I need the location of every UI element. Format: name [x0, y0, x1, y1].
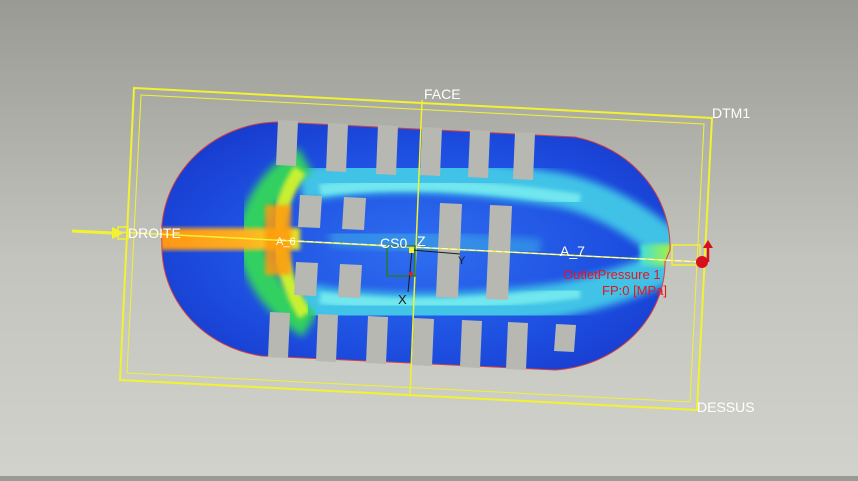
label-axis-a7: A_7 — [560, 243, 585, 259]
label-axis-x: X — [398, 292, 407, 307]
label-droite: DROITE — [128, 225, 181, 241]
label-dtm1: DTM1 — [712, 105, 750, 121]
flow-result-scene: FACE DTM1 DESSUS DROITE A_6 CS0 Z Y X A_… — [71, 86, 755, 415]
label-axis-z: Z — [417, 233, 426, 249]
cfd-viewport[interactable]: FACE DTM1 DESSUS DROITE A_6 CS0 Z Y X A_… — [0, 0, 858, 476]
label-axis-a-left: A_6 — [276, 236, 296, 248]
outlet-pressure-marker-icon[interactable] — [671, 240, 713, 268]
label-face: FACE — [424, 86, 461, 102]
label-dessus: DESSUS — [697, 399, 755, 415]
inlet-arrow-icon[interactable] — [71, 226, 129, 240]
outlet-pressure-value: FP:0 [MPa] — [602, 283, 667, 298]
label-axis-y: Y — [458, 255, 466, 267]
outlet-pressure-name: OutletPressure 1 — [563, 267, 661, 282]
label-csys: CS0 — [380, 235, 407, 251]
